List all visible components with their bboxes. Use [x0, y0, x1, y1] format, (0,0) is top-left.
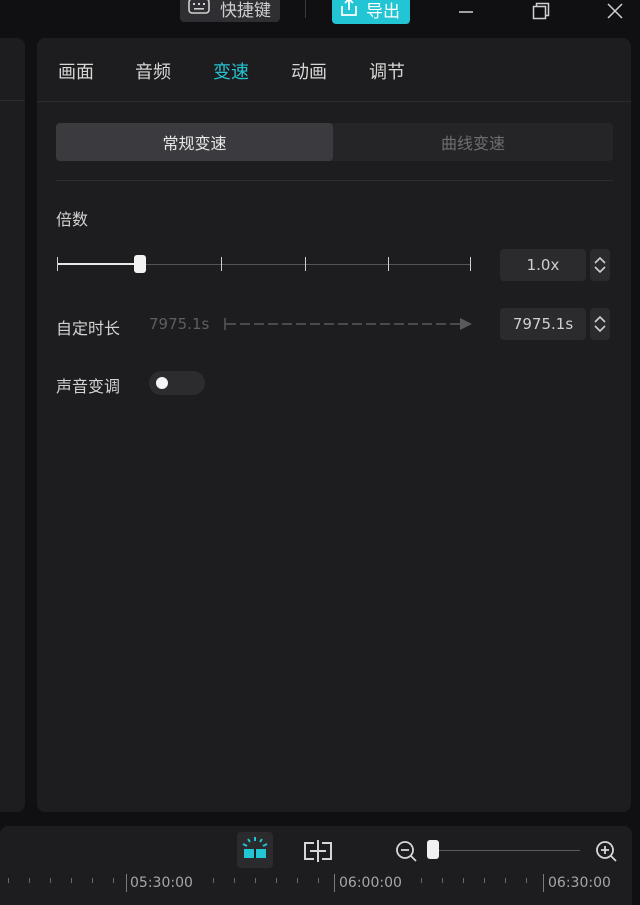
- zoom-slider-track[interactable]: [430, 850, 580, 851]
- chevron-up-icon[interactable]: [594, 315, 606, 323]
- keyboard-icon: [188, 0, 210, 18]
- slider-tick: [305, 257, 306, 271]
- pitch-shift-label: 声音变调: [56, 377, 121, 396]
- ruler-tick: [526, 878, 527, 883]
- ruler-tick: [8, 878, 9, 883]
- ruler-tick: [213, 878, 214, 883]
- shortcut-keys-label: 快捷键: [220, 0, 271, 21]
- multiplier-label: 倍数: [56, 210, 89, 229]
- ruler-tick: [50, 878, 51, 883]
- ruler-tick: [234, 878, 235, 883]
- property-panel: 画面 音频 变速 动画 调节 常规变速 曲线变速 倍数 1.0x 自定时长 79…: [37, 38, 631, 812]
- tab-animation[interactable]: 动画: [291, 58, 327, 84]
- zoom-in-icon[interactable]: [595, 840, 617, 862]
- ruler-tick: [463, 878, 464, 883]
- tab-speed[interactable]: 变速: [213, 58, 249, 84]
- ruler-tick: [484, 878, 485, 883]
- timeline-area: 05:30:00 06:00:00 06:30:00: [0, 826, 632, 905]
- custom-duration-label: 自定时长: [56, 319, 121, 338]
- curve-speed-option[interactable]: 曲线变速: [333, 123, 613, 161]
- ruler-label: 05:30:00: [130, 875, 193, 891]
- tab-audio[interactable]: 音频: [135, 58, 171, 84]
- titlebar-divider: [305, 0, 306, 18]
- tab-adjust[interactable]: 调节: [369, 58, 405, 84]
- ruler-tick: [255, 878, 256, 883]
- multiplier-stepper[interactable]: [590, 249, 610, 281]
- ruler-tick: [318, 878, 319, 883]
- restore-icon: [532, 2, 550, 20]
- chevron-down-icon[interactable]: [594, 325, 606, 333]
- duration-stepper[interactable]: [590, 308, 610, 340]
- close-icon: [607, 3, 623, 19]
- export-label: 导出: [366, 1, 400, 22]
- export-button[interactable]: 导出: [332, 0, 410, 24]
- title-bar: 快捷键 导出: [0, 0, 640, 34]
- section-divider: [56, 180, 613, 181]
- ruler-tick: [29, 878, 30, 883]
- ruler-tick: [92, 878, 93, 883]
- left-panel: [0, 38, 25, 812]
- slider-tick: [388, 257, 389, 271]
- speed-slider-fill: [57, 263, 140, 265]
- toggle-knob: [156, 377, 168, 389]
- dashed-arrow-icon: [224, 318, 472, 330]
- ruler-label: 06:30:00: [548, 875, 611, 891]
- ruler-tick: [71, 878, 72, 883]
- upload-icon: [340, 0, 358, 21]
- split-align-icon[interactable]: [303, 840, 333, 862]
- ruler-tick: [113, 878, 114, 883]
- ruler-tick: [505, 878, 506, 883]
- property-tabs: 画面 音频 变速 动画 调节: [37, 38, 631, 102]
- ruler-tick: [442, 878, 443, 883]
- ruler-major-tick: [543, 874, 544, 892]
- snap-icon: [242, 837, 268, 858]
- tab-picture[interactable]: 画面: [58, 58, 94, 84]
- slider-tick: [57, 257, 58, 271]
- left-panel-divider: [0, 100, 25, 101]
- ruler-major-tick: [334, 874, 335, 892]
- pitch-shift-toggle[interactable]: [149, 371, 205, 395]
- zoom-out-icon[interactable]: [395, 840, 417, 862]
- ruler-tick: [276, 878, 277, 883]
- minimize-button[interactable]: [452, 0, 480, 22]
- speed-mode-switch: 常规变速 曲线变速: [56, 123, 613, 161]
- multiplier-input[interactable]: 1.0x: [500, 249, 586, 281]
- original-duration: 7975.1s: [149, 315, 210, 333]
- shortcut-keys-button[interactable]: 快捷键: [180, 0, 280, 22]
- chevron-down-icon[interactable]: [594, 266, 606, 274]
- close-button[interactable]: [601, 0, 629, 22]
- minimize-icon: [459, 11, 473, 13]
- ruler-label: 06:00:00: [339, 875, 402, 891]
- normal-speed-option[interactable]: 常规变速: [56, 123, 333, 161]
- speed-slider-thumb[interactable]: [134, 255, 146, 273]
- slider-tick: [470, 257, 471, 271]
- slider-tick: [221, 257, 222, 271]
- custom-duration-input[interactable]: 7975.1s: [500, 308, 586, 340]
- time-ruler[interactable]: 05:30:00 06:00:00 06:30:00: [0, 874, 632, 905]
- zoom-slider-thumb[interactable]: [427, 840, 439, 859]
- restore-button[interactable]: [527, 0, 555, 22]
- ruler-major-tick: [126, 874, 127, 892]
- chevron-up-icon[interactable]: [594, 256, 606, 264]
- ruler-tick: [297, 878, 298, 883]
- ruler-tick: [421, 878, 422, 883]
